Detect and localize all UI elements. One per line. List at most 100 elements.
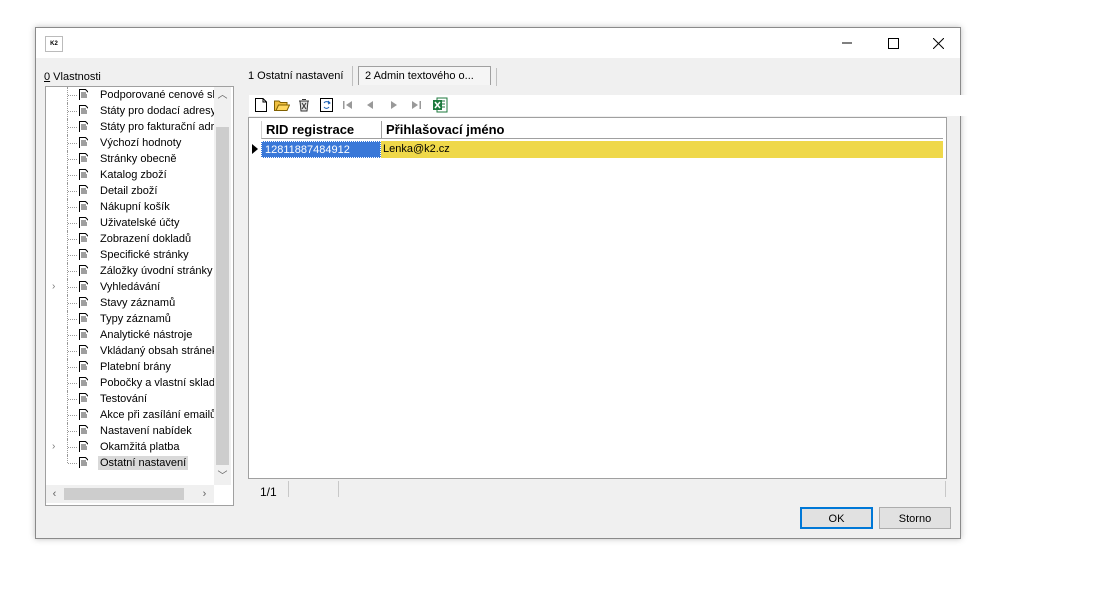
tree-line [68, 383, 77, 384]
previous-record-icon[interactable] [362, 97, 378, 113]
document-icon [79, 233, 88, 244]
column-header-login[interactable]: Přihlašovací jméno [382, 121, 943, 139]
new-record-icon[interactable] [253, 97, 269, 113]
tree-item-label: Nastavení nabídek [100, 425, 192, 437]
tree-item[interactable]: › Vyhledávání [46, 279, 214, 295]
tree-list[interactable]: Podporované cenové skup Státy pro dodací … [46, 87, 214, 485]
minimize-icon [842, 42, 852, 44]
minimize-button[interactable] [824, 28, 870, 58]
document-icon [79, 265, 88, 276]
tree-line [68, 223, 77, 224]
tree-item[interactable]: › Okamžitá platba [46, 439, 214, 455]
tree-item-label: Specifické stránky [100, 249, 189, 261]
tree-line [68, 431, 77, 432]
tree-item-label: Katalog zboží [100, 169, 167, 181]
tree-item[interactable]: Nákupní košík [46, 199, 214, 215]
scroll-up-icon[interactable]: ︿ [214, 87, 231, 104]
data-grid[interactable]: RID registrace Přihlašovací jméno 128118… [248, 117, 947, 479]
status-divider [945, 481, 946, 497]
tree-item[interactable]: Detail zboží [46, 183, 214, 199]
tree-item-label: Typy záznamů [100, 313, 171, 325]
cell-login[interactable]: Lenka@k2.cz [383, 141, 450, 158]
tree-line [68, 287, 77, 288]
tree-item-label: Záložky úvodní stránky [100, 265, 213, 277]
document-icon [79, 137, 88, 148]
page-indicator: 1/1 [260, 485, 277, 499]
tree-item-label: Detail zboží [100, 185, 158, 197]
tree-item-label: Ostatní nastavení [98, 456, 189, 470]
close-icon [932, 37, 944, 49]
hscroll-thumb[interactable] [64, 488, 184, 500]
tab-divider [496, 68, 497, 86]
tree-item[interactable]: Specifické stránky [46, 247, 214, 263]
tree-line [68, 127, 77, 128]
cell-rid[interactable]: 12811887484912 [261, 141, 381, 158]
grid-status-bar: 1/1 [248, 479, 946, 501]
tree-line [68, 175, 77, 176]
close-button[interactable] [915, 28, 961, 58]
table-row[interactable]: 12811887484912 Lenka@k2.cz [261, 141, 943, 158]
tab-admin-textoveho[interactable]: 2 Admin textového o... [358, 66, 491, 85]
tree-item[interactable]: Analytické nástroje [46, 327, 214, 343]
tree-item[interactable]: Uživatelské účty [46, 215, 214, 231]
tab-ostatni-nastaveni[interactable]: 1 Ostatní nastavení [248, 70, 343, 82]
tree-line [68, 463, 77, 464]
tree-item[interactable]: Katalog zboží [46, 167, 214, 183]
tree-line [68, 303, 77, 304]
tree-line [68, 351, 77, 352]
properties-tree[interactable]: Podporované cenové skup Státy pro dodací … [45, 86, 234, 506]
tree-item[interactable]: Platební brány [46, 359, 214, 375]
scroll-left-icon[interactable]: ‹ [46, 485, 63, 503]
tree-item[interactable]: Testování [46, 391, 214, 407]
tree-item[interactable]: Státy pro dodací adresy [46, 103, 214, 119]
expand-chevron-icon[interactable]: › [52, 441, 62, 453]
tree-item[interactable]: Ostatní nastavení [46, 455, 214, 471]
scroll-right-icon[interactable]: › [196, 485, 213, 503]
open-folder-icon[interactable] [274, 97, 290, 113]
scroll-down-icon[interactable]: ﹀ [214, 468, 231, 485]
document-icon [79, 345, 88, 356]
tree-item[interactable]: Pobočky a vlastní sklady [46, 375, 214, 391]
maximize-button[interactable] [870, 28, 916, 58]
document-icon [79, 313, 88, 324]
tree-item-label: Uživatelské účty [100, 217, 180, 229]
tree-item[interactable]: Nastavení nabídek [46, 423, 214, 439]
scroll-thumb[interactable] [216, 127, 229, 465]
document-icon [79, 89, 88, 100]
tree-line [68, 367, 77, 368]
current-row-indicator-icon [252, 144, 258, 154]
document-icon [79, 121, 88, 132]
tree-item[interactable]: Stránky obecně [46, 151, 214, 167]
tree-item[interactable]: Stavy záznamů [46, 295, 214, 311]
tree-item[interactable]: Státy pro fakturační adres [46, 119, 214, 135]
next-record-icon[interactable] [386, 97, 402, 113]
tree-item[interactable]: Výchozí hodnoty [46, 135, 214, 151]
delete-icon[interactable] [296, 97, 312, 113]
tree-item[interactable]: Záložky úvodní stránky [46, 263, 214, 279]
tree-line [68, 255, 77, 256]
tree-line [68, 111, 77, 112]
tree-item[interactable]: Akce při zasílání emailů [46, 407, 214, 423]
tree-vertical-scrollbar[interactable]: ︿ ﹀ [214, 87, 231, 485]
tree-item[interactable]: Podporované cenové skup [46, 87, 214, 103]
tree-item-label: Stavy záznamů [100, 297, 176, 309]
column-header-rid[interactable]: RID registrace [261, 121, 382, 139]
cancel-button[interactable]: Storno [879, 507, 951, 529]
app-icon: K2 [45, 36, 63, 52]
tree-item-label: Platební brány [100, 361, 171, 373]
expand-chevron-icon[interactable]: › [52, 281, 62, 293]
tree-item-label: Podporované cenové skup [100, 89, 214, 101]
last-record-icon[interactable] [408, 97, 424, 113]
tree-item[interactable]: Vkládaný obsah stránek [46, 343, 214, 359]
refresh-icon[interactable] [318, 97, 334, 113]
document-icon [79, 185, 88, 196]
excel-export-icon[interactable] [432, 97, 448, 113]
first-record-icon[interactable] [340, 97, 356, 113]
tree-item-label: Testování [100, 393, 148, 405]
tree-item[interactable]: Zobrazení dokladů [46, 231, 214, 247]
document-icon [79, 153, 88, 164]
tree-horizontal-scrollbar[interactable]: ‹ › [46, 485, 214, 503]
title-bar[interactable]: K2 [36, 28, 960, 58]
ok-button[interactable]: OK [800, 507, 873, 529]
tree-item[interactable]: Typy záznamů [46, 311, 214, 327]
